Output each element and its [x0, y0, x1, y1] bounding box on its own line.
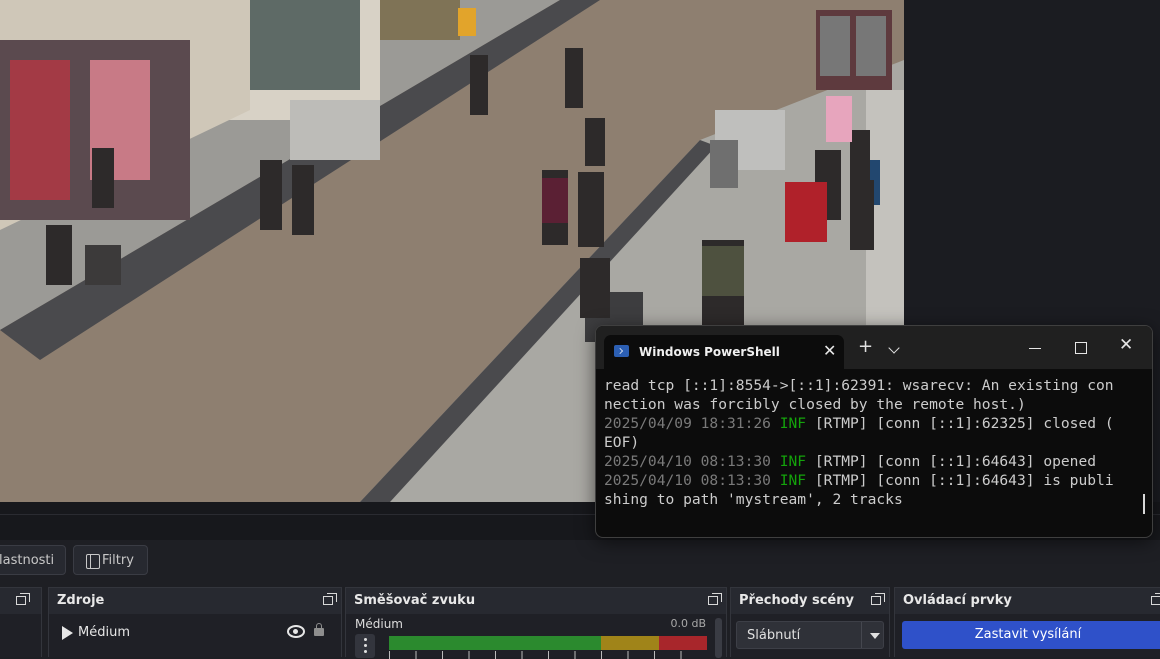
log-level: INF — [779, 453, 807, 470]
sources-dock: Zdroje Médium — [48, 587, 342, 657]
log-level: INF — [779, 415, 807, 432]
sources-title: Zdroje — [57, 593, 105, 608]
mixer-channel-name: Médium — [355, 617, 403, 631]
log-timestamp: 2025/04/10 08:13:30 — [604, 472, 780, 489]
terminal-cursor — [1143, 494, 1145, 514]
filters-button[interactable]: Filtry — [73, 545, 148, 575]
scenes-list — [0, 614, 41, 657]
mixer-scrollbar[interactable] — [715, 618, 722, 658]
new-tab-icon[interactable]: + — [858, 337, 873, 357]
volume-meter-ticks — [389, 651, 707, 659]
mixer-channel-db: 0.0 dB — [670, 617, 706, 630]
volume-meter — [389, 636, 707, 659]
stop-streaming-button[interactable]: Zastavit vysílání — [902, 621, 1160, 649]
minimize-icon[interactable] — [1029, 348, 1041, 349]
log-level: INF — [779, 472, 807, 489]
powershell-titlebar[interactable]: Windows PowerShell ✕ + ✕ — [596, 326, 1152, 369]
undock-icon[interactable] — [16, 593, 31, 606]
terminal-line: 2025/04/09 18:31:26 INF [RTMP] [conn [::… — [604, 414, 1138, 433]
undock-icon[interactable] — [871, 593, 886, 606]
chevron-down-icon — [870, 633, 880, 639]
filters-button-label: Filtry — [102, 553, 134, 568]
play-icon — [62, 626, 73, 640]
properties-button[interactable]: lastnosti — [0, 545, 66, 575]
transition-select-value: Slábnutí — [747, 628, 801, 643]
scene-transitions-dock: Přechody scény Slábnutí — [730, 587, 890, 657]
log-message: [RTMP] [conn [::1]:64643] opened — [806, 453, 1097, 470]
undock-icon[interactable] — [1151, 593, 1160, 606]
undock-icon[interactable] — [323, 593, 338, 606]
terminal-output[interactable]: read tcp [::1]:8554->[::1]:62391: wsarec… — [604, 376, 1138, 509]
log-timestamp: 2025/04/10 08:13:30 — [604, 453, 780, 470]
properties-button-label: lastnosti — [0, 553, 55, 568]
controls-title: Ovládací prvky — [903, 593, 1012, 608]
terminal-line: EOF) — [604, 433, 1138, 452]
log-message: [RTMP] [conn [::1]:62325] closed ( — [806, 415, 1114, 432]
select-divider — [861, 622, 862, 648]
transition-select[interactable]: Slábnutí — [736, 621, 884, 649]
terminal-line: 2025/04/10 08:13:30 INF [RTMP] [conn [::… — [604, 452, 1138, 471]
mixer-title: Směšovač zvuku — [354, 593, 476, 608]
terminal-line: 2025/04/10 08:13:30 INF [RTMP] [conn [::… — [604, 471, 1138, 490]
close-icon[interactable]: ✕ — [1119, 335, 1133, 355]
transitions-title: Přechody scény — [739, 593, 854, 608]
terminal-line: read tcp [::1]:8554->[::1]:62391: wsarec… — [604, 376, 1138, 395]
scenes-dock — [0, 587, 42, 657]
source-item-label: Médium — [78, 625, 130, 640]
powershell-icon — [614, 345, 629, 357]
mixer-channel-menu-button[interactable] — [355, 634, 375, 658]
eye-icon[interactable] — [287, 625, 305, 638]
controls-dock: Ovládací prvky Zastavit vysílání — [894, 587, 1160, 657]
log-message: read tcp [::1]:8554->[::1]:62391: wsarec… — [604, 377, 1114, 394]
powershell-tab[interactable]: Windows PowerShell ✕ — [604, 335, 844, 369]
log-timestamp: 2025/04/09 18:31:26 — [604, 415, 780, 432]
maximize-icon[interactable] — [1075, 342, 1087, 354]
undock-icon[interactable] — [708, 593, 723, 606]
lock-icon[interactable] — [314, 623, 324, 636]
powershell-tab-title: Windows PowerShell — [639, 345, 780, 359]
terminal-line: nection was forcibly closed by the remot… — [604, 395, 1138, 414]
chevron-down-icon[interactable] — [888, 342, 900, 354]
log-message: [RTMP] [conn [::1]:64643] is publi — [806, 472, 1114, 489]
filter-icon — [86, 554, 100, 569]
log-message: shing to path 'mystream', 2 tracks — [604, 491, 903, 508]
terminal-line: shing to path 'mystream', 2 tracks — [604, 490, 1138, 509]
log-message: EOF) — [604, 434, 640, 451]
audio-mixer-dock: Směšovač zvuku Médium 0.0 dB — [345, 587, 727, 659]
source-toolbar: lastnosti Filtry — [0, 540, 1160, 586]
tab-close-icon[interactable]: ✕ — [823, 341, 836, 360]
log-message: nection was forcibly closed by the remot… — [604, 396, 1026, 413]
powershell-window[interactable]: Windows PowerShell ✕ + ✕ read tcp [::1]:… — [595, 325, 1153, 538]
